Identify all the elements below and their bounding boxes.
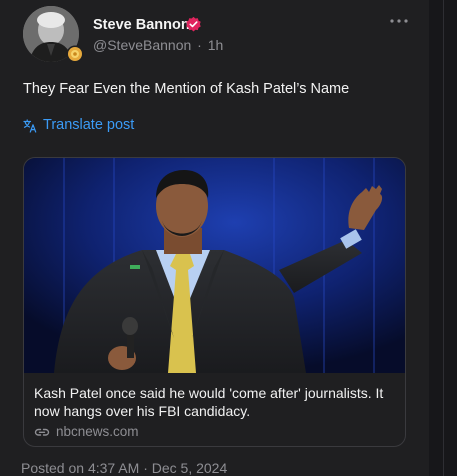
author-display-name[interactable]: Steve Bannon	[93, 17, 190, 33]
link-preview-image[interactable]	[24, 158, 405, 373]
translate-label: Translate post	[43, 117, 135, 133]
link-card-title[interactable]: Kash Patel once said he would 'come afte…	[34, 384, 396, 420]
post-time[interactable]: 1h	[208, 37, 224, 53]
separator-dot: ·	[197, 37, 202, 53]
translate-post-link[interactable]: Translate post	[23, 117, 134, 134]
verified-badge-icon	[186, 16, 201, 32]
translate-icon	[23, 118, 37, 133]
post-panel: Steve Bannon @SteveBannon · 1h They Fear…	[0, 0, 429, 476]
post-text: They Fear Even the Mention of Kash Patel…	[23, 81, 350, 97]
author-handle-row: @SteveBannon · 1h	[93, 37, 223, 53]
link-card-source[interactable]: nbcnews.com	[34, 424, 139, 440]
gold-badge-icon	[66, 45, 84, 63]
right-side-strip	[429, 0, 457, 476]
divider	[443, 0, 444, 476]
more-options-icon[interactable]	[389, 16, 409, 26]
posted-timestamp[interactable]: Posted on 4:37 AM · Dec 5, 2024	[21, 460, 227, 476]
link-icon	[34, 428, 50, 436]
link-card-domain: nbcnews.com	[56, 424, 139, 439]
author-handle[interactable]: @SteveBannon	[93, 37, 191, 53]
link-preview-card[interactable]: Kash Patel once said he would 'come afte…	[23, 157, 406, 447]
